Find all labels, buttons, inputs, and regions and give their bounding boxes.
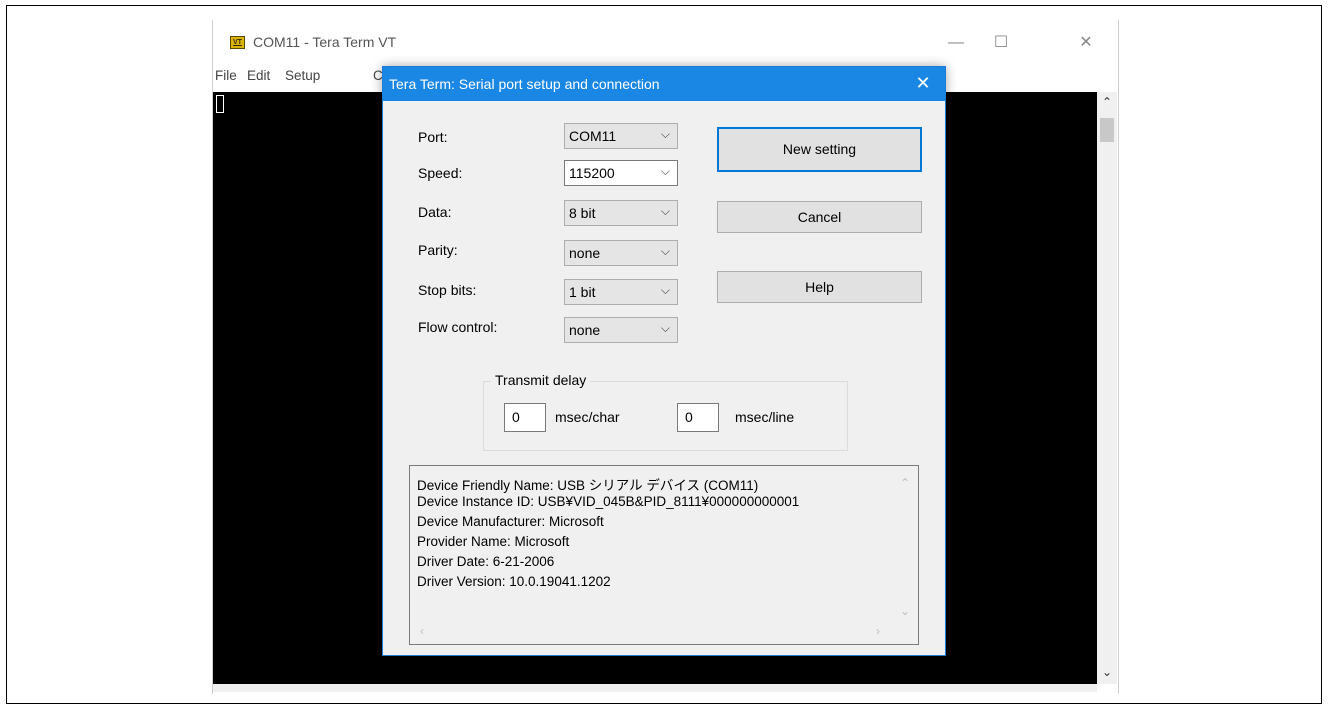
device-friendly-name: Device Friendly Name: USB シリアル デバイス (COM…	[417, 478, 759, 493]
parity-select[interactable]: none ⌵	[564, 240, 678, 266]
speed-select[interactable]: 115200 ⌵	[564, 160, 678, 186]
parity-value: none	[569, 245, 601, 261]
driver-date: Driver Date: 6-21-2006	[417, 554, 555, 569]
help-button[interactable]: Help	[717, 271, 922, 303]
chevron-down-icon: ⌵	[660, 164, 670, 178]
parity-label: Parity:	[418, 242, 458, 258]
device-instance-id: Device Instance ID: USB¥VID_045B&PID_811…	[417, 494, 800, 509]
tera-term-app-icon: VT	[230, 36, 245, 49]
scrollbar-thumb[interactable]	[1100, 118, 1114, 142]
chevron-down-icon: ⌵	[660, 244, 670, 258]
minimize-button[interactable]: —	[941, 30, 971, 56]
stop-bits-label: Stop bits:	[418, 282, 477, 298]
scroll-up-icon[interactable]: ⌃	[900, 476, 910, 490]
scroll-left-icon[interactable]: ‹	[420, 624, 424, 638]
port-select[interactable]: COM11 ⌵	[564, 123, 678, 149]
flow-control-select[interactable]: none ⌵	[564, 317, 678, 343]
msec-per-line-input[interactable]: 0	[677, 403, 719, 432]
chevron-down-icon: ⌵	[660, 127, 670, 141]
scroll-up-arrow-icon[interactable]: ⌃	[1097, 92, 1117, 112]
scroll-right-icon[interactable]: ›	[876, 624, 880, 638]
msec-per-char-label: msec/char	[555, 409, 620, 425]
menu-file[interactable]: File	[215, 68, 237, 83]
flow-control-label: Flow control:	[418, 319, 498, 335]
menu-setup[interactable]: Setup	[285, 68, 320, 83]
flow-control-value: none	[569, 322, 601, 338]
data-bits-value: 8 bit	[569, 205, 596, 221]
data-bits-select[interactable]: 8 bit ⌵	[564, 200, 678, 226]
dialog-titlebar: Tera Term: Serial port setup and connect…	[383, 67, 945, 101]
scroll-down-icon[interactable]: ⌄	[900, 604, 910, 618]
terminal-cursor	[216, 95, 224, 113]
port-value: COM11	[569, 128, 617, 144]
window-title: COM11 - Tera Term VT	[253, 34, 397, 50]
new-setting-button[interactable]: New setting	[717, 127, 922, 172]
msec-per-line-label: msec/line	[735, 409, 795, 425]
chevron-down-icon: ⌵	[660, 283, 670, 297]
provider-name: Provider Name: Microsoft	[417, 534, 570, 549]
scroll-down-arrow-icon[interactable]: ⌄	[1097, 662, 1117, 682]
stop-bits-value: 1 bit	[569, 284, 596, 300]
chevron-down-icon: ⌵	[660, 321, 670, 335]
transmit-delay-legend: Transmit delay	[491, 372, 591, 388]
close-window-button[interactable]: ✕	[1071, 30, 1101, 56]
chevron-down-icon: ⌵	[660, 204, 670, 218]
msec-per-char-input[interactable]: 0	[504, 403, 546, 432]
menu-edit[interactable]: Edit	[247, 68, 270, 83]
stop-bits-select[interactable]: 1 bit ⌵	[564, 279, 678, 305]
speed-value: 115200	[569, 165, 615, 181]
speed-label: Speed:	[418, 165, 463, 181]
dialog-close-icon[interactable]: ✕	[911, 71, 935, 95]
device-info-textarea[interactable]: Device Friendly Name: USB シリアル デバイス (COM…	[409, 465, 919, 645]
data-label: Data:	[418, 204, 452, 220]
device-manufacturer: Device Manufacturer: Microsoft	[417, 514, 604, 529]
maximize-button[interactable]: ☐	[986, 30, 1016, 56]
window-bottom-edge	[213, 684, 1097, 692]
port-label: Port:	[418, 129, 448, 145]
driver-version: Driver Version: 10.0.19041.1202	[417, 574, 611, 589]
dialog-title: Tera Term: Serial port setup and connect…	[389, 76, 660, 92]
serial-port-setup-dialog: Tera Term: Serial port setup and connect…	[382, 66, 946, 656]
terminal-vertical-scrollbar[interactable]: ⌃ ⌄	[1097, 92, 1117, 684]
cancel-button[interactable]: Cancel	[717, 201, 922, 233]
window-titlebar: VT COM11 - Tera Term VT — ☐ ✕	[213, 20, 1118, 64]
